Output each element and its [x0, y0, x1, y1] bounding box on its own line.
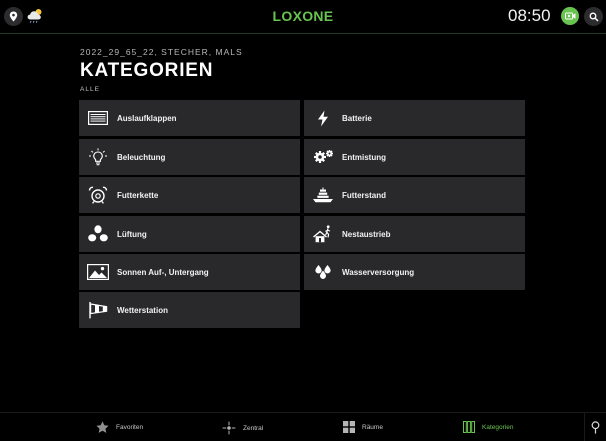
category-label: Futterstand — [342, 190, 386, 200]
category-label: Auslaufklappen — [117, 113, 177, 123]
landscape-icon — [87, 264, 109, 280]
nest-exit-icon — [313, 225, 331, 243]
category-label: Wetterstation — [117, 305, 168, 315]
nav-categories-label: Kategorien — [482, 423, 514, 431]
camera-icon — [564, 12, 575, 20]
alarm-clock-icon — [88, 186, 108, 204]
gears-icon — [314, 150, 333, 163]
category-tile-nestaustrieb[interactable]: Nestaustrieb — [304, 216, 525, 252]
nav-rooms-label: Räume — [362, 423, 383, 431]
category-label: Sonnen Auf-, Untergang — [117, 267, 209, 277]
category-tile-beleuchtung[interactable]: Beleuchtung — [79, 139, 300, 175]
filter-label[interactable]: ALLE — [80, 86, 100, 93]
nav-location-button[interactable] — [584, 413, 606, 441]
camera-button[interactable] — [561, 7, 579, 25]
category-label: Beleuchtung — [117, 152, 166, 162]
category-label: Futterkette — [117, 190, 159, 200]
nav-central-label: Zentral — [243, 424, 264, 432]
fan-icon — [88, 225, 108, 242]
nav-central[interactable]: Zentral — [222, 421, 263, 435]
category-tile-auslaufklappen[interactable]: Auslaufklappen — [79, 100, 300, 136]
windsock-icon — [89, 302, 108, 319]
clock: 08:50 — [508, 6, 551, 25]
categories-icon — [463, 421, 475, 433]
lightning-icon — [318, 110, 328, 126]
top-bar: LOXONE 08:50 — [0, 0, 606, 34]
category-tile-wasserversorgung[interactable]: Wasserversorgung — [304, 254, 525, 290]
category-tile-futterkette[interactable]: Futterkette — [79, 177, 300, 213]
nav-rooms[interactable]: Räume — [343, 421, 383, 433]
category-tile-lueftung[interactable]: Lüftung — [79, 216, 300, 252]
category-label: Batterie — [342, 113, 372, 123]
category-label: Nestaustrieb — [342, 229, 391, 239]
category-label: Entmistung — [342, 152, 386, 162]
category-tile-futterstand[interactable]: Futterstand — [304, 177, 525, 213]
location-subtitle: 2022_29_65_22, STECHER, MALS — [80, 47, 243, 57]
category-tile-entmistung[interactable]: Entmistung — [304, 139, 525, 175]
blinds-icon — [88, 111, 108, 125]
rooms-grid-icon — [343, 421, 355, 433]
page-title: KATEGORIEN — [80, 60, 214, 81]
category-tile-sonnen[interactable]: Sonnen Auf-, Untergang — [79, 254, 300, 290]
search-icon — [589, 12, 599, 22]
category-tile-wetterstation[interactable]: Wetterstation — [79, 292, 300, 328]
search-button[interactable] — [584, 7, 603, 26]
star-icon — [96, 421, 109, 433]
nav-favorites[interactable]: Favoriten — [96, 421, 143, 434]
category-label: Wasserversorgung — [342, 267, 415, 277]
location-marker-icon — [591, 421, 600, 434]
nav-categories[interactable]: Kategorien — [463, 421, 513, 433]
water-drops-icon — [315, 265, 331, 279]
central-move-icon — [222, 421, 236, 435]
lightbulb-icon — [89, 148, 107, 166]
feeder-icon — [313, 187, 333, 203]
bottom-nav-bar: Favoriten Zentral Räume Kategorien — [0, 412, 606, 441]
nav-favorites-label: Favoriten — [116, 424, 144, 431]
category-tile-batterie[interactable]: Batterie — [304, 100, 525, 136]
category-label: Lüftung — [117, 229, 147, 239]
